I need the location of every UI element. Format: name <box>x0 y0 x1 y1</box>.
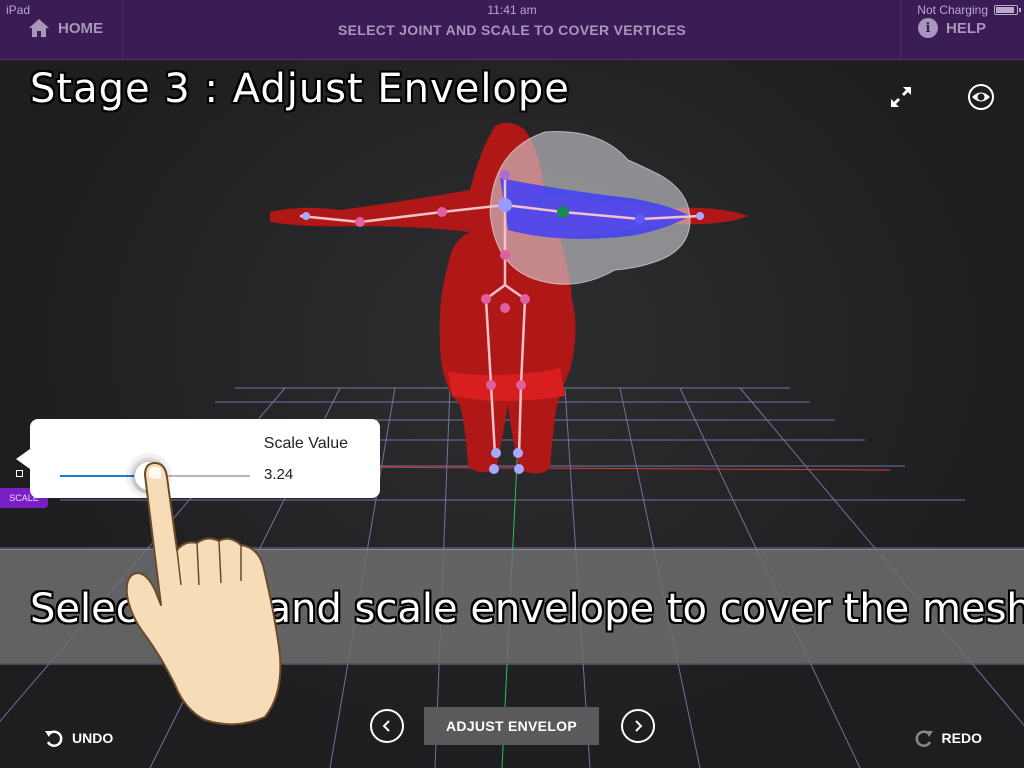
previous-mode-button[interactable] <box>370 709 404 743</box>
expand-arrows-icon <box>891 87 911 107</box>
eye-icon <box>968 84 994 110</box>
help-button[interactable]: i HELP <box>917 18 986 38</box>
redo-button[interactable]: REDO <box>914 728 982 748</box>
adjust-envelope-button[interactable]: ADJUST ENVELOP <box>424 707 599 745</box>
chevron-right-icon <box>635 720 643 732</box>
status-bar: iPad 11:41 am Not Charging <box>0 0 1024 20</box>
undo-icon <box>45 730 63 747</box>
clock: 11:41 am <box>487 3 537 17</box>
visibility-button[interactable] <box>964 80 998 114</box>
battery-status: Not Charging <box>917 3 988 17</box>
undo-label: UNDO <box>72 730 114 746</box>
chevron-left-icon <box>382 720 390 732</box>
battery-icon <box>994 5 1021 15</box>
info-icon: i <box>917 18 938 38</box>
help-label: HELP <box>945 19 986 37</box>
stage-title: Stage 3 : Adjust Envelope <box>30 66 570 112</box>
pointing-hand-icon <box>125 462 282 726</box>
redo-label: REDO <box>941 730 982 746</box>
fullscreen-button[interactable] <box>884 80 918 114</box>
scale-label: Scale Value <box>263 435 348 452</box>
redo-icon <box>915 730 933 747</box>
undo-button[interactable]: UNDO <box>44 728 113 748</box>
header-title: SELECT JOINT AND SCALE TO COVER VERTICES <box>337 22 687 38</box>
next-mode-button[interactable] <box>621 709 655 743</box>
side-toggle-icon[interactable] <box>16 470 23 477</box>
